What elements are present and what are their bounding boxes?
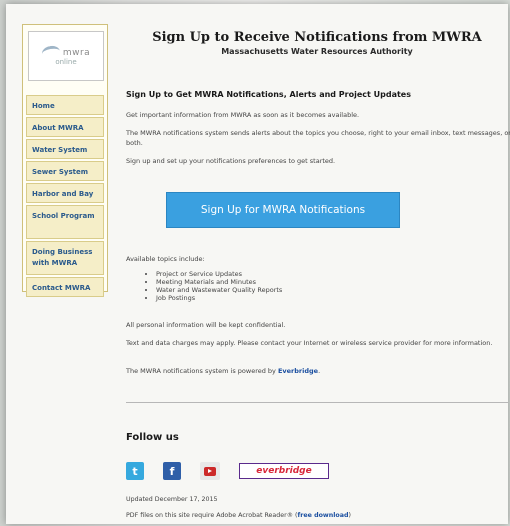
pdf-note: PDF files on this site require Adobe Acr… [126, 512, 351, 519]
sidebar-item-doing-business[interactable]: Doing Business with MWRA [26, 241, 104, 275]
page-title: Sign Up to Receive Notifications from MW… [152, 30, 482, 45]
sidebar-item-water-system[interactable]: Water System [26, 139, 104, 159]
pdf-note-text: PDF files on this site require Adobe Acr… [126, 512, 298, 519]
follow-us-heading: Follow us [126, 432, 179, 443]
mwra-logo[interactable]: mwra online [28, 31, 104, 81]
facebook-icon[interactable]: f [163, 462, 181, 480]
free-download-link[interactable]: free download [298, 512, 349, 519]
intro-paragraph: Get important information from MWRA as s… [126, 111, 360, 119]
sidebar-nav: Home About MWRA Water System Sewer Syste… [26, 95, 104, 299]
twitter-icon[interactable]: t [126, 462, 144, 480]
privacy-note: All personal information will be kept co… [126, 321, 286, 329]
everbridge-link[interactable]: Everbridge [278, 367, 318, 375]
browser-page: mwra online Home About MWRA Water System… [6, 4, 510, 524]
sign-up-button[interactable]: Sign Up for MWRA Notifications [166, 192, 400, 228]
social-links: t f everbridge [126, 462, 329, 480]
everbridge-logo[interactable]: everbridge [239, 463, 329, 479]
list-item: Meeting Materials and Minutes [156, 278, 282, 286]
sidebar-item-harbor-and-bay[interactable]: Harbor and Bay [26, 183, 104, 203]
pdf-note-suffix: ) [348, 512, 351, 519]
powered-by-text: The MWRA notifications system is powered… [126, 367, 278, 375]
sidebar-item-about[interactable]: About MWRA [26, 117, 104, 137]
list-item: Job Postings [156, 294, 282, 302]
charges-note: Text and data charges may apply. Please … [126, 339, 493, 347]
sidebar-item-home[interactable]: Home [26, 95, 104, 115]
divider [126, 402, 508, 403]
sidebar-item-school-program[interactable]: School Program [26, 205, 104, 239]
updated-date: Updated December 17, 2015 [126, 496, 218, 503]
logo-text: mwra [62, 47, 91, 58]
get-started-paragraph: Sign up and set up your notifications pr… [126, 157, 336, 165]
topics-intro: Available topics include: [126, 255, 205, 263]
main-content: Sign Up to Receive Notifications from MW… [126, 30, 510, 519]
list-item: Water and Wastewater Quality Reports [156, 286, 282, 294]
youtube-play-icon [204, 466, 216, 476]
youtube-icon[interactable] [200, 462, 220, 480]
logo-subtext: online [55, 58, 77, 66]
description-paragraph: The MWRA notifications system sends aler… [126, 129, 510, 147]
sidebar-item-sewer-system[interactable]: Sewer System [26, 161, 104, 181]
list-item: Project or Service Updates [156, 270, 282, 278]
topics-list: Project or Service Updates Meeting Mater… [156, 270, 282, 302]
powered-by-note: The MWRA notifications system is powered… [126, 366, 510, 376]
sidebar: mwra online Home About MWRA Water System… [22, 24, 108, 297]
sidebar-item-contact[interactable]: Contact MWRA [26, 277, 104, 297]
powered-by-suffix: . [318, 367, 321, 375]
section-heading: Sign Up to Get MWRA Notifications, Alert… [126, 90, 411, 99]
page-subtitle: Massachusetts Water Resources Authority [221, 47, 413, 56]
